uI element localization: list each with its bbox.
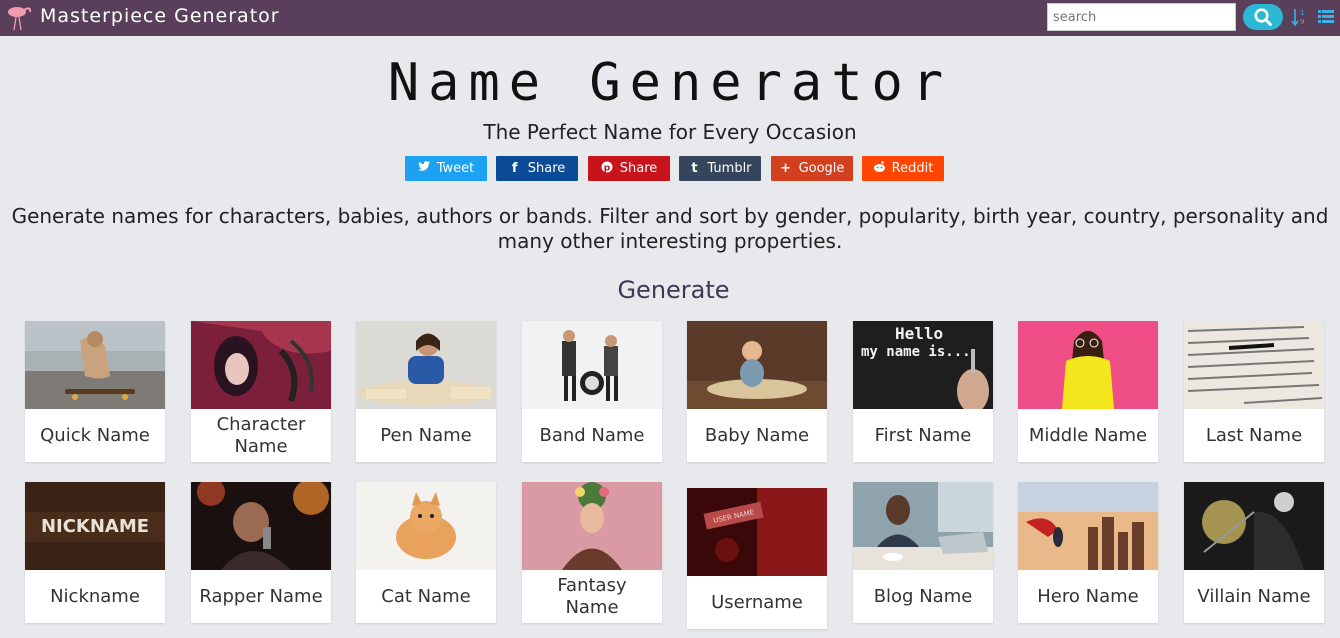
- card-label: Fantasy Name: [557, 574, 627, 618]
- generate-heading: Generate: [617, 276, 730, 304]
- search-button[interactable]: [1243, 4, 1283, 30]
- nickname-image-text: NICKNAME: [41, 516, 149, 537]
- card-quick-name[interactable]: Quick Name: [25, 321, 165, 462]
- card-pen-name[interactable]: Pen Name: [356, 321, 496, 462]
- nickname-wood-image: NICKNAME: [25, 482, 165, 570]
- pinterest-share-label: Share: [619, 161, 658, 176]
- twitter-icon: [417, 161, 430, 176]
- baby-image: [687, 321, 827, 409]
- tweet-label: Tweet: [436, 161, 475, 176]
- google-share-button[interactable]: + Google: [771, 156, 853, 181]
- pinterest-share-button[interactable]: p Share: [588, 156, 670, 181]
- card-username[interactable]: USER NAME Username: [687, 488, 827, 629]
- card-label: Nickname: [50, 585, 140, 607]
- card-character-name[interactable]: Character Name: [191, 321, 331, 462]
- tumblr-share-button[interactable]: t Tumblr: [679, 156, 761, 181]
- page-title: Name Generator: [387, 53, 953, 113]
- intro-text: Generate names for characters, babies, a…: [11, 204, 1329, 253]
- surname-dictionary-image: [1184, 321, 1324, 409]
- hello-text: Hello: [895, 324, 943, 343]
- google-plus-icon: +: [780, 161, 792, 176]
- top-navbar: Masterpiece Generator 1 9: [0, 0, 1340, 36]
- card-rapper-name[interactable]: Rapper Name: [191, 482, 331, 623]
- card-label: Pen Name: [380, 424, 472, 446]
- blogger-laptop-image: [853, 482, 993, 570]
- card-label: Rapper Name: [199, 585, 323, 607]
- card-fantasy-name[interactable]: Fantasy Name: [522, 482, 662, 623]
- woman-pink-background-image: [1018, 321, 1158, 409]
- search-icon: [1254, 8, 1272, 26]
- card-label: Character Name: [216, 413, 306, 457]
- rapper-image: [191, 482, 331, 570]
- svg-text:p: p: [604, 163, 611, 173]
- search-input[interactable]: [1047, 3, 1236, 31]
- username-tag-image: USER NAME: [687, 488, 827, 576]
- card-hero-name[interactable]: Hero Name: [1018, 482, 1158, 623]
- villain-pirate-image: [1184, 482, 1324, 570]
- card-label: Blog Name: [873, 585, 973, 607]
- facebook-icon: f: [511, 161, 518, 176]
- card-label: Band Name: [539, 424, 645, 446]
- svg-text:1: 1: [1300, 9, 1304, 17]
- card-first-name[interactable]: Hello my name is... First Name: [853, 321, 993, 462]
- card-band-name[interactable]: Band Name: [522, 321, 662, 462]
- writer-image: [356, 321, 496, 409]
- facebook-share-label: Share: [527, 161, 566, 176]
- fantasy-girl-image: [522, 482, 662, 570]
- card-villain-name[interactable]: Villain Name: [1184, 482, 1324, 623]
- hello-name-tag-image: Hello my name is...: [853, 321, 993, 409]
- card-middle-name[interactable]: Middle Name: [1018, 321, 1158, 462]
- kitten-image: [356, 482, 496, 570]
- reddit-icon: [873, 160, 885, 177]
- flamingo-logo-icon[interactable]: [4, 3, 34, 31]
- svg-text:9: 9: [1300, 18, 1304, 26]
- sort-icon[interactable]: 1 9: [1291, 7, 1307, 27]
- card-baby-name[interactable]: Baby Name: [687, 321, 827, 462]
- brand-title[interactable]: Masterpiece Generator: [40, 5, 280, 27]
- character-image: [191, 321, 331, 409]
- card-nickname[interactable]: NICKNAME Nickname: [25, 482, 165, 623]
- card-label: Middle Name: [1028, 424, 1148, 446]
- list-view-icon[interactable]: [1318, 9, 1334, 25]
- tumblr-share-label: Tumblr: [707, 161, 752, 176]
- card-label: Last Name: [1205, 424, 1303, 446]
- superhero-city-image: [1018, 482, 1158, 570]
- card-label: Hero Name: [1037, 585, 1139, 607]
- tumblr-icon: t: [691, 161, 698, 176]
- facebook-share-button[interactable]: f Share: [496, 156, 578, 181]
- card-last-name[interactable]: Last Name: [1184, 321, 1324, 462]
- pinterest-icon: p: [601, 161, 613, 177]
- card-label: Cat Name: [381, 585, 471, 607]
- reddit-share-label: Reddit: [891, 161, 934, 176]
- card-cat-name[interactable]: Cat Name: [356, 482, 496, 623]
- tweet-button[interactable]: Tweet: [405, 156, 487, 181]
- card-label: Quick Name: [40, 424, 150, 446]
- google-share-label: Google: [798, 161, 845, 176]
- card-label: First Name: [874, 424, 972, 446]
- my-name-is-text: my name is...: [861, 344, 971, 360]
- card-label: Baby Name: [704, 424, 810, 446]
- card-label: Villain Name: [1197, 585, 1311, 607]
- card-blog-name[interactable]: Blog Name: [853, 482, 993, 623]
- skateboarder-image: [25, 321, 165, 409]
- page-subtitle: The Perfect Name for Every Occasion: [483, 120, 857, 144]
- reddit-share-button[interactable]: Reddit: [862, 156, 944, 181]
- card-label: Username: [711, 591, 803, 613]
- band-image: [522, 321, 662, 409]
